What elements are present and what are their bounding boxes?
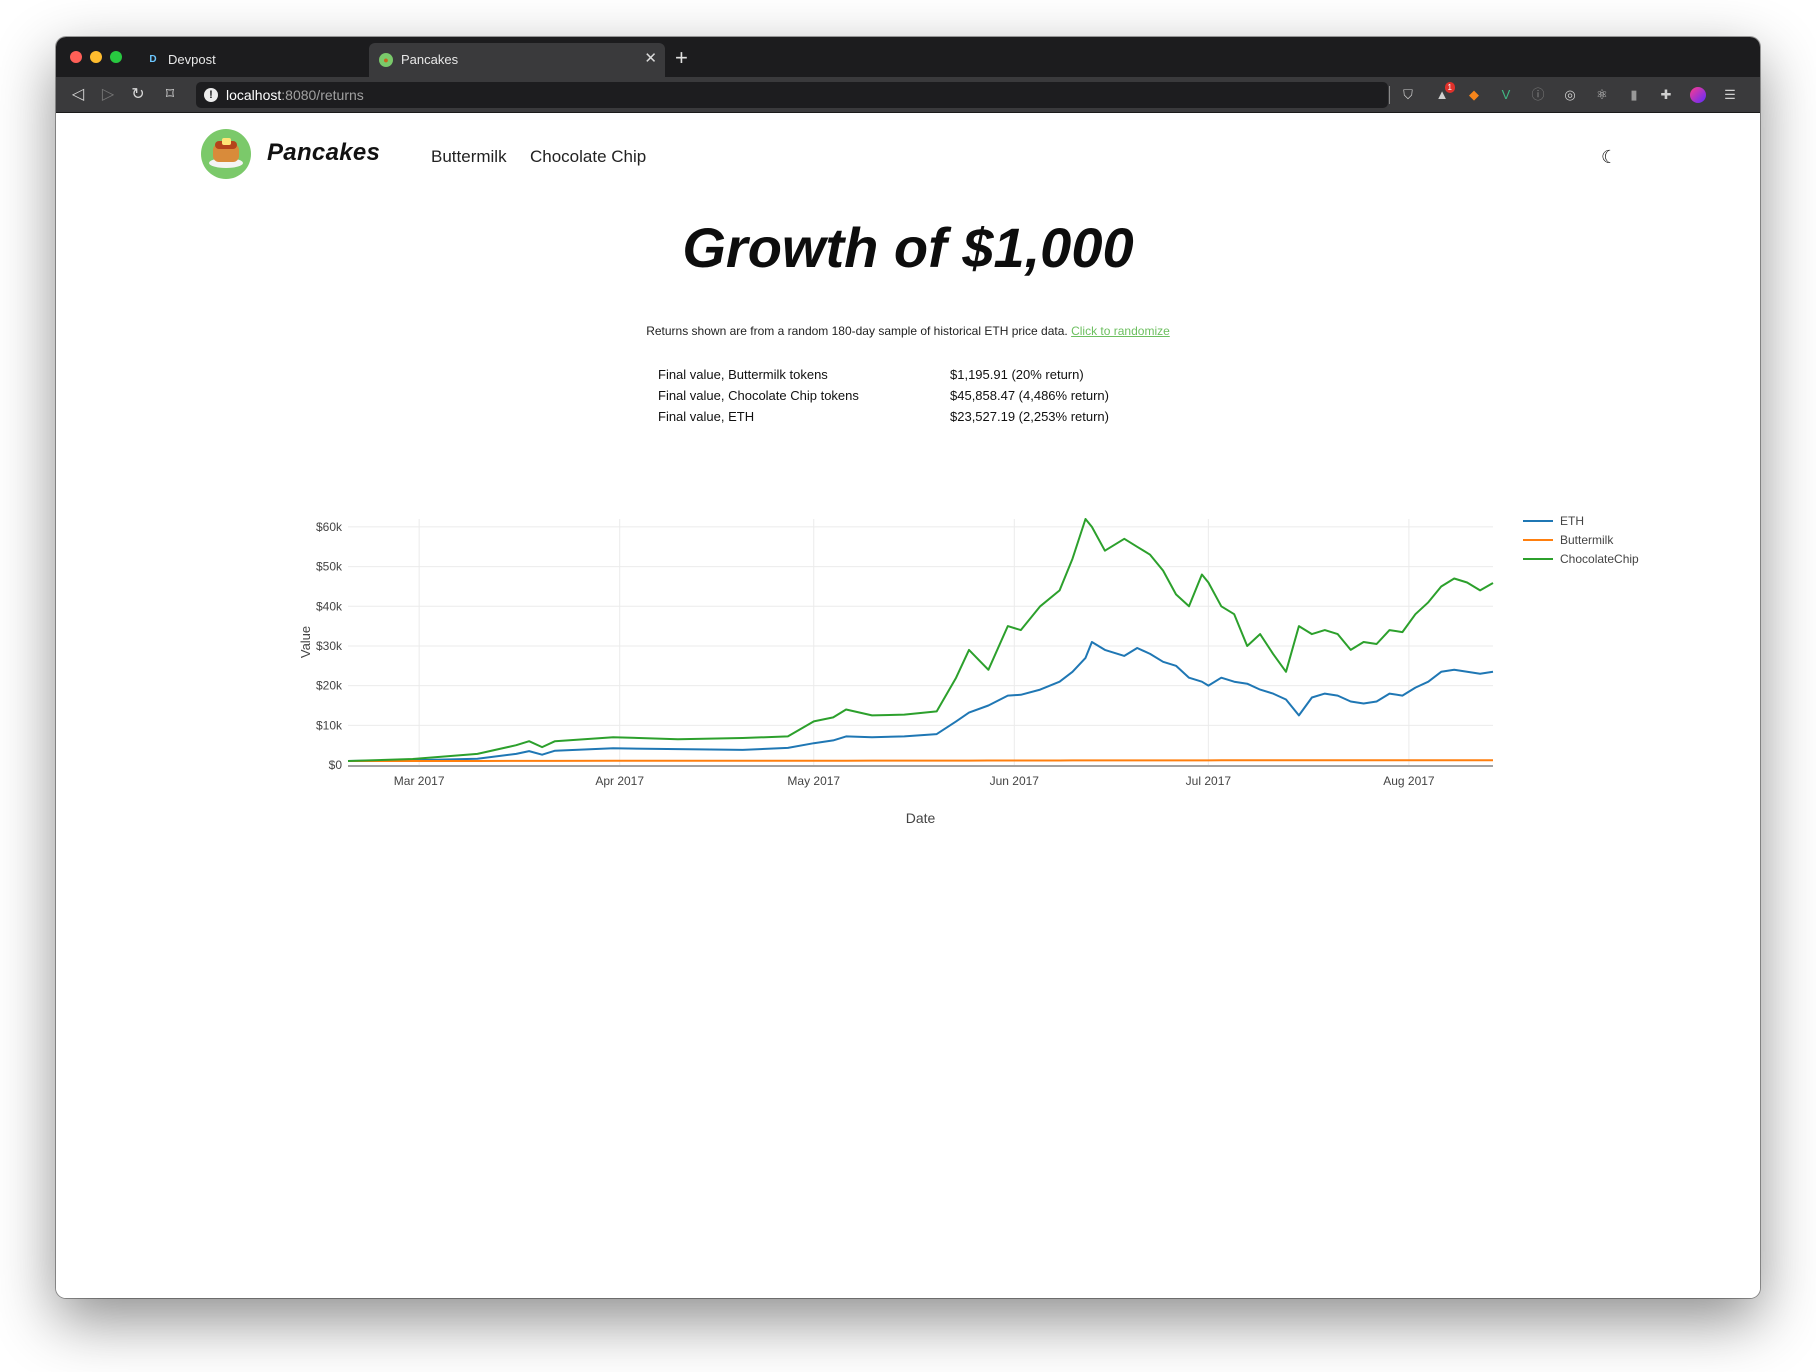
back-icon[interactable]: ◁: [68, 84, 88, 104]
devpost-favicon-icon: D: [146, 53, 160, 67]
series-line-buttermilk: [348, 759, 1493, 762]
summary-label: Final value, Chocolate Chip tokens: [658, 388, 859, 403]
y-tick-label: $20k: [316, 679, 343, 693]
page-title: Growth of $1,000: [682, 216, 1134, 279]
brave-shield-icon[interactable]: ⛉: [1400, 87, 1416, 103]
browser-toolbar: ◁ ▷ ↻ ⌑ ! localhost:8080/returns ⛉ ▲ 1 ◆ …: [56, 77, 1760, 113]
summary-table: Final value, Buttermilk tokens $1,195.91…: [658, 367, 1158, 430]
summary-value: $45,858.47 (4,486% return): [950, 388, 1109, 403]
site-info-icon[interactable]: !: [204, 88, 218, 102]
address-bar[interactable]: ! localhost:8080/returns: [196, 82, 1388, 108]
logo-butter: [222, 138, 231, 145]
page-subtitle: Returns shown are from a random 180-day …: [56, 324, 1760, 338]
target-extension-icon[interactable]: ◎: [1562, 87, 1578, 103]
randomize-link[interactable]: Click to randomize: [1071, 324, 1170, 338]
summary-row: Final value, Chocolate Chip tokens $45,8…: [658, 388, 1158, 409]
summary-value: $23,527.19 (2,253% return): [950, 409, 1109, 424]
y-tick-label: $0: [329, 758, 343, 772]
window-close-button[interactable]: [70, 51, 82, 63]
x-tick-label: Jul 2017: [1186, 774, 1232, 788]
x-tick-label: Mar 2017: [394, 774, 445, 788]
tab-pancakes[interactable]: ● Pancakes ✕: [369, 43, 665, 77]
close-tab-icon[interactable]: ✕: [644, 49, 657, 67]
url-path: :8080/returns: [281, 87, 364, 103]
url-text: localhost:8080/returns: [226, 87, 364, 103]
dark-mode-toggle-moon-icon[interactable]: ☾: [1601, 147, 1617, 168]
summary-value: $1,195.91 (20% return): [950, 367, 1084, 382]
growth-line-chart[interactable]: $0 $10k $20k $30k $40k $50k $60k Mar 2017 Apr 20…: [226, 509, 1666, 949]
x-tick-label: May 2017: [787, 774, 840, 788]
summary-row: Final value, ETH $23,527.19 (2,253% retu…: [658, 409, 1158, 430]
nav-link-chocolate-chip[interactable]: Chocolate Chip: [530, 147, 646, 167]
y-axis-label: Value: [298, 626, 313, 658]
bottle-extension-icon[interactable]: ▮: [1626, 87, 1642, 103]
forward-icon[interactable]: ▷: [98, 84, 118, 104]
page-content: Pancakes Buttermilk Chocolate Chip ☾ Gro…: [56, 114, 1760, 1298]
y-tick-label: $60k: [316, 520, 343, 534]
vue-devtools-icon[interactable]: V: [1498, 87, 1514, 103]
reload-icon[interactable]: ↻: [128, 84, 148, 104]
extensions-puzzle-icon[interactable]: ✚: [1658, 87, 1674, 103]
pancake-logo-icon[interactable]: [201, 129, 251, 179]
nav-link-buttermilk[interactable]: Buttermilk: [431, 147, 507, 167]
toolbar-divider: [1389, 86, 1390, 104]
subtitle-text: Returns shown are from a random 180-day …: [646, 324, 1068, 338]
menu-icon[interactable]: ☰: [1722, 87, 1738, 103]
legend-label: Buttermilk: [1560, 533, 1614, 547]
x-tick-label: Aug 2017: [1383, 774, 1435, 788]
y-tick-label: $50k: [316, 560, 343, 574]
tab-title: Devpost: [168, 52, 216, 67]
legend-label: ChocolateChip: [1560, 552, 1639, 566]
window-maximize-button[interactable]: [110, 51, 122, 63]
x-axis-label: Date: [906, 810, 936, 826]
y-tick-label: $30k: [316, 639, 343, 653]
url-host: localhost: [226, 87, 282, 103]
info-extension-icon[interactable]: ⓘ: [1530, 87, 1546, 103]
summary-label: Final value, ETH: [658, 409, 755, 424]
x-tick-label: Jun 2017: [990, 774, 1040, 788]
y-tick-label: $40k: [316, 599, 343, 613]
x-tick-label: Apr 2017: [595, 774, 644, 788]
tab-title: Pancakes: [401, 52, 459, 67]
tab-strip: D Devpost ✕ ● Pancakes ✕ +: [56, 37, 1760, 77]
y-tick-label: $10k: [316, 718, 343, 732]
browser-window: D Devpost ✕ ● Pancakes ✕ + ◁ ▷ ↻ ⌑ ! loc…: [56, 37, 1760, 1298]
pancake-favicon-icon: ●: [379, 53, 393, 67]
series-line-chocolatechip: [347, 518, 1494, 762]
summary-label: Final value, Buttermilk tokens: [658, 367, 828, 382]
legend-label: ETH: [1560, 514, 1584, 528]
profile-avatar[interactable]: [1690, 87, 1706, 103]
metamask-icon[interactable]: ◆: [1466, 87, 1482, 103]
bookmark-icon[interactable]: ⌑: [160, 84, 180, 104]
react-devtools-icon[interactable]: ⚛: [1594, 87, 1610, 103]
new-tab-button[interactable]: +: [675, 45, 688, 71]
notification-badge: 1: [1444, 82, 1455, 93]
brave-rewards-icon[interactable]: ▲ 1: [1434, 82, 1455, 103]
window-minimize-button[interactable]: [90, 51, 102, 63]
brand-name[interactable]: Pancakes: [267, 139, 380, 167]
summary-row: Final value, Buttermilk tokens $1,195.91…: [658, 367, 1158, 388]
